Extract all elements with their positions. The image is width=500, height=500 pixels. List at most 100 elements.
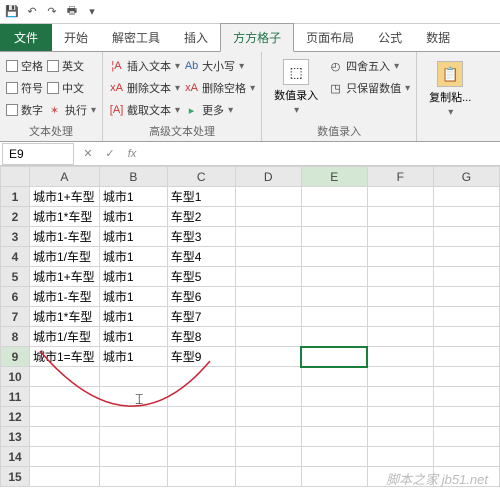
cell-F13[interactable] [367, 427, 433, 447]
cell-D4[interactable] [235, 247, 301, 267]
cell-C14[interactable] [167, 447, 235, 467]
cell-G2[interactable] [433, 207, 499, 227]
cell-E15[interactable] [301, 467, 367, 487]
cell-E2[interactable] [301, 207, 367, 227]
cell-E5[interactable] [301, 267, 367, 287]
cell-G6[interactable] [433, 287, 499, 307]
cell-A5[interactable]: 城市1+车型 [29, 267, 99, 287]
cell-A6[interactable]: 城市1-车型 [29, 287, 99, 307]
row-header[interactable]: 12 [1, 407, 30, 427]
btn-insert-text[interactable]: ¦A插入文本▾ [109, 56, 180, 76]
cell-B5[interactable]: 城市1 [99, 267, 167, 287]
cell-C10[interactable] [167, 367, 235, 387]
cell-A10[interactable] [29, 367, 99, 387]
col-header[interactable]: A [29, 167, 99, 187]
chk-space[interactable]: 空格 [6, 56, 43, 76]
cell-A9[interactable]: 城市1=车型 [29, 347, 99, 367]
row-header[interactable]: 6 [1, 287, 30, 307]
btn-trim-text[interactable]: [A]截取文本▾ [109, 100, 180, 120]
cell-C4[interactable]: 车型4 [167, 247, 235, 267]
cell-G5[interactable] [433, 267, 499, 287]
cell-C3[interactable]: 车型3 [167, 227, 235, 247]
cell-D7[interactable] [235, 307, 301, 327]
cell-G1[interactable] [433, 187, 499, 207]
cell-E10[interactable] [301, 367, 367, 387]
cell-A7[interactable]: 城市1*车型 [29, 307, 99, 327]
cell-E6[interactable] [301, 287, 367, 307]
cell-G4[interactable] [433, 247, 499, 267]
cell-B9[interactable]: 城市1 [99, 347, 167, 367]
cell-D10[interactable] [235, 367, 301, 387]
chk-english[interactable]: 英文 [47, 56, 96, 76]
cell-F8[interactable] [367, 327, 433, 347]
cell-B1[interactable]: 城市1 [99, 187, 167, 207]
cell-D6[interactable] [235, 287, 301, 307]
chk-chinese[interactable]: 中文 [47, 78, 96, 98]
cell-C11[interactable] [167, 387, 235, 407]
btn-keep-num[interactable]: ◳只保留数值▾ [328, 78, 410, 98]
row-header[interactable]: 3 [1, 227, 30, 247]
cell-B12[interactable] [99, 407, 167, 427]
cell-E14[interactable] [301, 447, 367, 467]
col-header[interactable]: F [367, 167, 433, 187]
cell-E11[interactable] [301, 387, 367, 407]
cell-B3[interactable]: 城市1 [99, 227, 167, 247]
tab-ffgz[interactable]: 方方格子 [220, 23, 294, 52]
cell-F11[interactable] [367, 387, 433, 407]
cell-A13[interactable] [29, 427, 99, 447]
cell-E1[interactable] [301, 187, 367, 207]
cell-C7[interactable]: 车型7 [167, 307, 235, 327]
cell-F3[interactable] [367, 227, 433, 247]
qat-more-icon[interactable]: ▾ [84, 4, 100, 20]
cell-D11[interactable] [235, 387, 301, 407]
btn-execute[interactable]: ✶执行▾ [47, 100, 96, 120]
btn-del-space[interactable]: xA删除空格▾ [184, 78, 255, 98]
btn-copy-paste[interactable]: 📋 复制粘... ▾ [423, 54, 477, 125]
cell-F1[interactable] [367, 187, 433, 207]
col-header[interactable]: G [433, 167, 499, 187]
btn-delete-text[interactable]: xA删除文本▾ [109, 78, 180, 98]
cell-E8[interactable] [301, 327, 367, 347]
cell-F6[interactable] [367, 287, 433, 307]
formula-input[interactable] [146, 147, 500, 161]
cell-F9[interactable] [367, 347, 433, 367]
name-box[interactable]: E9 [2, 143, 74, 165]
cell-B4[interactable]: 城市1 [99, 247, 167, 267]
cell-E9[interactable] [301, 347, 367, 367]
cell-B6[interactable]: 城市1 [99, 287, 167, 307]
cell-F2[interactable] [367, 207, 433, 227]
btn-num-entry[interactable]: ⬚ 数值录入 ▾ [268, 54, 324, 121]
cell-B2[interactable]: 城市1 [99, 207, 167, 227]
cancel-icon[interactable]: ✕ [80, 147, 96, 160]
cell-B7[interactable]: 城市1 [99, 307, 167, 327]
cell-A8[interactable]: 城市1/车型 [29, 327, 99, 347]
print-icon[interactable]: 🖶 [64, 4, 80, 20]
cell-C5[interactable]: 车型5 [167, 267, 235, 287]
fx-icon[interactable]: fx [124, 148, 140, 160]
cell-A11[interactable] [29, 387, 99, 407]
cell-E4[interactable] [301, 247, 367, 267]
cell-D15[interactable] [235, 467, 301, 487]
redo-icon[interactable]: ↷ [44, 4, 60, 20]
cell-A15[interactable] [29, 467, 99, 487]
save-icon[interactable]: 💾 [4, 4, 20, 20]
cell-G9[interactable] [433, 347, 499, 367]
cell-E3[interactable] [301, 227, 367, 247]
cell-G13[interactable] [433, 427, 499, 447]
row-header[interactable]: 11 [1, 387, 30, 407]
cell-B10[interactable] [99, 367, 167, 387]
cell-F10[interactable] [367, 367, 433, 387]
row-header[interactable]: 10 [1, 367, 30, 387]
row-header[interactable]: 7 [1, 307, 30, 327]
cell-G7[interactable] [433, 307, 499, 327]
cell-B14[interactable] [99, 447, 167, 467]
tab-decrypt[interactable]: 解密工具 [100, 24, 172, 51]
cell-B8[interactable]: 城市1 [99, 327, 167, 347]
chk-number[interactable]: 数字 [6, 100, 43, 120]
cell-C2[interactable]: 车型2 [167, 207, 235, 227]
cell-C15[interactable] [167, 467, 235, 487]
cell-B13[interactable] [99, 427, 167, 447]
row-header[interactable]: 5 [1, 267, 30, 287]
cell-E13[interactable] [301, 427, 367, 447]
btn-round[interactable]: ◴四舍五入▾ [328, 56, 410, 76]
